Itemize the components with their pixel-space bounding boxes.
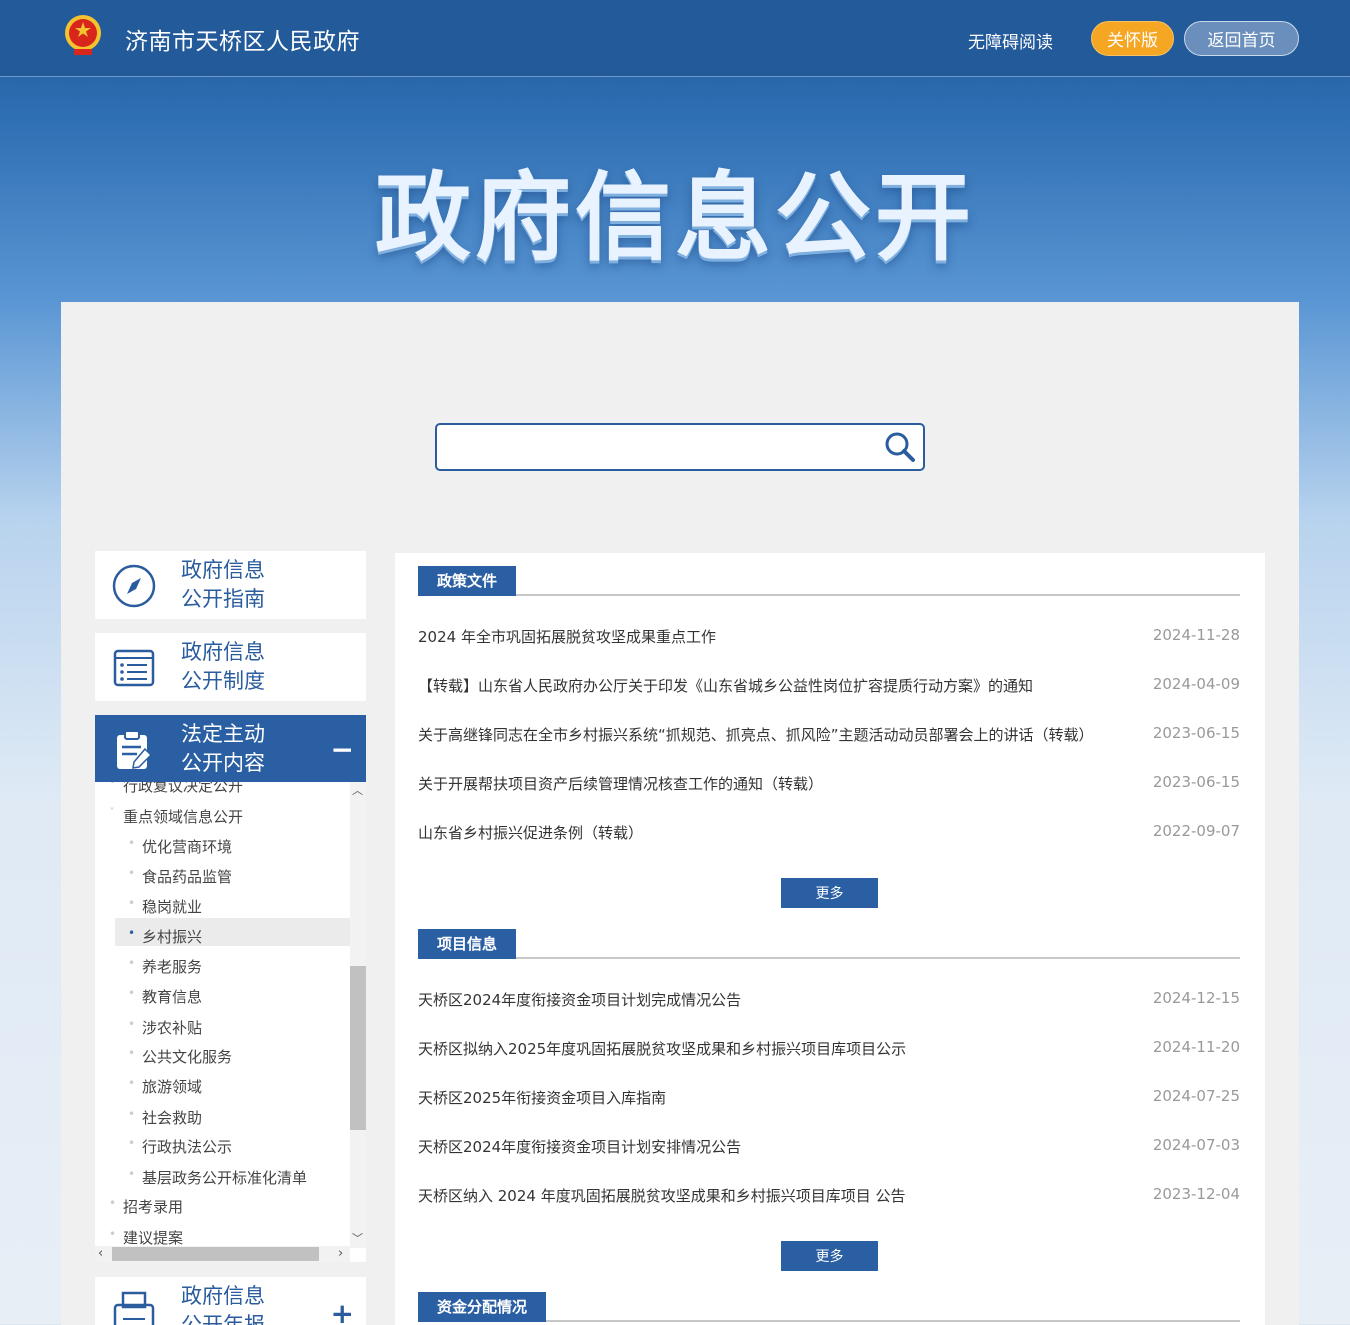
news-title[interactable]: 天桥区2024年度衔接资金项目计划安排情况公告 [418,1136,741,1157]
site-title[interactable]: 济南市天桥区人民政府 [125,22,360,56]
tree-item[interactable]: • 旅游领域 [128,1076,202,1097]
news-row[interactable]: 天桥区2024年度衔接资金项目计划完成情况公告 2024-12-15 [418,989,1240,1013]
news-row[interactable]: 山东省乡村振兴促进条例（转载） 2022-09-07 [418,822,1240,846]
news-title[interactable]: 【转载】山东省人民政府办公厅关于印发《山东省城乡公益性岗位扩容提质行动方案》的通… [418,675,1033,696]
news-row[interactable]: 2024 年全市巩固拓展脱贫攻坚成果重点工作 2024-11-28 [418,626,1240,650]
sidebar-card-label: 政府信息 公开指南 [181,558,265,611]
sidebar-card-annual-report[interactable]: 政府信息 公开年报 + [95,1277,366,1325]
tree-item[interactable]: • 行政复议决定公开 [109,782,243,796]
news-date: 2024-07-25 [1152,1087,1240,1105]
news-title[interactable]: 山东省乡村振兴促进条例（转载） [418,822,643,843]
tree-item[interactable]: • 招考录用 [109,1196,183,1217]
accessibility-reading-link[interactable]: 无障碍阅读 [968,28,1053,53]
news-date: 2024-07-03 [1152,1136,1240,1154]
news-date: 2023-06-15 [1152,724,1240,742]
search-icon[interactable] [883,430,917,464]
news-date: 2022-09-07 [1152,822,1240,840]
horizontal-scrollbar[interactable]: ‹ › [95,1246,350,1262]
scroll-left-arrow-icon[interactable]: ‹ [98,1246,103,1261]
tree-item[interactable]: • 公共文化服务 [128,1046,232,1067]
scrollbar-thumb[interactable] [112,1247,319,1261]
scroll-up-arrow-icon[interactable]: ︿ [352,782,363,798]
expand-toggle[interactable]: + [331,1297,354,1325]
tree-item[interactable]: • 行政执法公示 [128,1136,232,1157]
section-title[interactable]: 项目信息 [418,929,517,959]
news-date: 2024-12-15 [1152,989,1240,1007]
search-input[interactable] [445,431,875,463]
compass-icon [112,564,156,608]
document-list-icon [113,649,155,687]
news-date: 2023-06-15 [1152,773,1240,791]
section-title[interactable]: 资金分配情况 [418,1292,547,1322]
news-date: 2024-11-28 [1152,626,1240,644]
content-panel: 政策文件 2024 年全市巩固拓展脱贫攻坚成果重点工作 2024-11-28 【… [395,553,1265,1325]
news-title[interactable]: 天桥区2024年度衔接资金项目计划完成情况公告 [418,989,741,1010]
sidebar-card-guide[interactable]: 政府信息 公开指南 [95,551,366,619]
news-date: 2024-04-09 [1152,675,1240,693]
tree-item[interactable]: • 基层政务公开标准化清单 [128,1167,307,1188]
more-button[interactable]: 更多 [781,878,878,908]
section-title[interactable]: 政策文件 [418,566,517,596]
sidebar-tree: • 行政复议决定公开 ˇ 重点领域信息公开 • 优化营商环境 • 食品药品监管 • 稳岗就… [95,782,366,1262]
hero-title: 政府信息公开 [375,162,975,274]
news-row[interactable]: 天桥区2024年度衔接资金项目计划安排情况公告 2024-07-03 [418,1136,1240,1160]
scroll-right-arrow-icon[interactable]: › [338,1246,343,1261]
section-header: 资金分配情况 [418,1292,1240,1322]
printer-icon [113,1291,155,1325]
sidebar-card-label: 法定主动 公开内容 [181,722,265,775]
news-title[interactable]: 关于开展帮扶项目资产后续管理情况核查工作的通知（转载） [418,773,823,794]
tree-item[interactable]: • 食品药品监管 [128,866,232,887]
section-header: 政策文件 [418,566,1240,596]
news-date: 2024-11-20 [1152,1038,1240,1056]
news-row[interactable]: 【转载】山东省人民政府办公厅关于印发《山东省城乡公益性岗位扩容提质行动方案》的通… [418,675,1240,699]
tree-item[interactable]: • 教育信息 [128,986,202,1007]
scroll-down-arrow-icon[interactable]: ﹀ [352,1230,363,1246]
news-row[interactable]: 天桥区拟纳入2025年度巩固拓展脱贫攻坚成果和乡村振兴项目库项目公示 2024-… [418,1038,1240,1062]
sidebar-card-system[interactable]: 政府信息 公开制度 [95,633,366,701]
news-date: 2023-12-04 [1152,1185,1240,1203]
tree-item[interactable]: • 社会救助 [128,1107,202,1128]
news-row[interactable]: 关于开展帮扶项目资产后续管理情况核查工作的通知（转载） 2023-06-15 [418,773,1240,797]
sidebar-card-mandatory-content[interactable]: 法定主动 公开内容 − [95,715,366,782]
scrollbar-thumb[interactable] [350,966,366,1130]
news-title[interactable]: 天桥区纳入 2024 年度巩固拓展脱贫攻坚成果和乡村振兴项目库项目 公告 [418,1185,905,1206]
sidebar-card-label: 政府信息 公开年报 [181,1284,265,1325]
tree-item[interactable]: • 建议提案 [109,1227,183,1248]
tree-item[interactable]: • 优化营商环境 [128,836,232,857]
national-emblem-icon [65,15,101,55]
news-title[interactable]: 天桥区2025年衔接资金项目入库指南 [418,1087,666,1108]
vertical-scrollbar[interactable]: ︿ ﹀ [350,782,366,1248]
tree-item[interactable]: • 养老服务 [128,956,202,977]
news-title[interactable]: 2024 年全市巩固拓展脱贫攻坚成果重点工作 [418,626,716,647]
tree-item-selected[interactable]: • 乡村振兴 [128,926,202,947]
section-header: 项目信息 [418,929,1240,959]
top-header-bar: 济南市天桥区人民政府 无障碍阅读 关怀版 返回首页 [0,0,1350,77]
search-box [435,423,925,471]
sidebar-card-label: 政府信息 公开制度 [181,640,265,693]
news-row[interactable]: 天桥区2025年衔接资金项目入库指南 2024-07-25 [418,1087,1240,1111]
news-row[interactable]: 关于高继锋同志在全市乡村振兴系统“抓规范、抓亮点、抓风险”主题活动动员部署会上的… [418,724,1240,748]
news-row[interactable]: 天桥区纳入 2024 年度巩固拓展脱贫攻坚成果和乡村振兴项目库项目 公告 202… [418,1185,1240,1209]
clipboard-edit-icon [117,730,153,769]
more-button[interactable]: 更多 [781,1241,878,1271]
collapse-toggle[interactable]: − [331,733,354,766]
news-title[interactable]: 天桥区拟纳入2025年度巩固拓展脱贫攻坚成果和乡村振兴项目库项目公示 [418,1038,906,1059]
tree-item[interactable]: • 涉农补贴 [128,1017,202,1038]
tree-item[interactable]: ˇ 重点领域信息公开 [109,806,243,827]
return-home-button[interactable]: 返回首页 [1184,21,1299,56]
care-version-button[interactable]: 关怀版 [1091,21,1174,56]
news-title[interactable]: 关于高继锋同志在全市乡村振兴系统“抓规范、抓亮点、抓风险”主题活动动员部署会上的… [418,724,1094,745]
tree-item[interactable]: • 稳岗就业 [128,896,202,917]
